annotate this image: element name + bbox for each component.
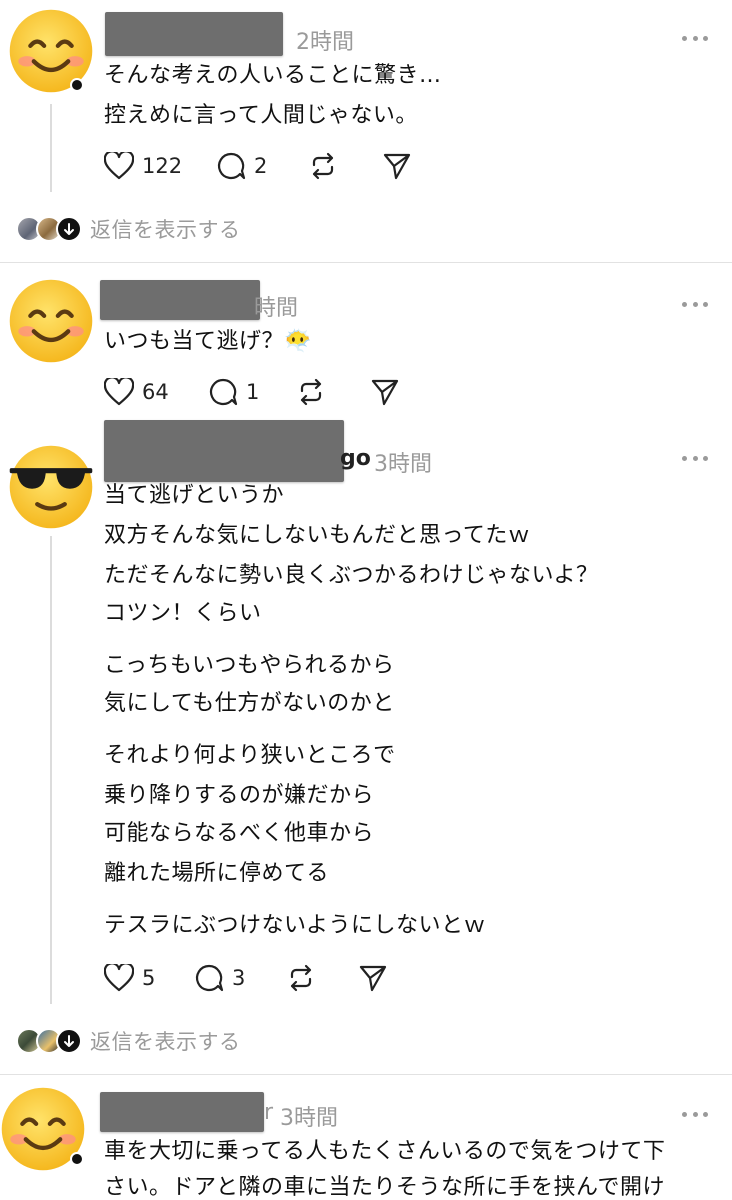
username-redacted[interactable] bbox=[100, 280, 260, 320]
post-text-line: 双方そんな気にしないもんだと思ってたｗ bbox=[104, 523, 531, 548]
comment-count: 3 bbox=[232, 966, 246, 990]
repost-button[interactable] bbox=[286, 962, 316, 994]
comment-button[interactable]: 2 bbox=[216, 150, 267, 182]
like-count: 122 bbox=[142, 154, 183, 178]
status-dot bbox=[70, 1152, 84, 1166]
more-options-button[interactable] bbox=[682, 300, 708, 308]
username-redacted[interactable] bbox=[100, 1092, 264, 1132]
show-replies-link[interactable]: 返信を表示する bbox=[90, 214, 241, 244]
comment-count: 1 bbox=[246, 380, 260, 404]
like-button[interactable]: 64 bbox=[104, 376, 169, 408]
share-button[interactable] bbox=[382, 150, 412, 182]
post-text-line: こっちもいつもやられるから bbox=[104, 653, 395, 678]
arrow-down-icon bbox=[56, 1028, 82, 1054]
comment-button[interactable]: 1 bbox=[208, 376, 259, 408]
send-icon bbox=[371, 379, 399, 406]
repost-icon bbox=[290, 964, 312, 992]
post-text-line: 乗り降りするのが嫌だから bbox=[104, 783, 375, 808]
username-suffix: r bbox=[264, 1100, 274, 1125]
divider bbox=[0, 262, 732, 263]
send-icon bbox=[359, 965, 387, 992]
post-text-line: 控えめに言って人間じゃない。 bbox=[104, 103, 418, 128]
status-dot bbox=[70, 78, 84, 92]
more-options-button[interactable] bbox=[682, 454, 708, 462]
post-text-line: 離れた場所に停めてる bbox=[104, 861, 330, 886]
repost-icon bbox=[312, 152, 334, 180]
post-text-line: さい。ドアと隣の車に当たりそうな所に手を挟んで開け bbox=[104, 1175, 665, 1200]
comment-icon bbox=[209, 378, 238, 406]
post-time: 3時間 bbox=[280, 1106, 338, 1131]
show-replies-row[interactable]: 返信を表示する bbox=[16, 214, 241, 244]
heart-icon bbox=[104, 152, 134, 180]
repost-icon bbox=[300, 378, 322, 406]
like-count: 64 bbox=[142, 380, 169, 404]
more-options-button[interactable] bbox=[682, 34, 708, 42]
username-redacted[interactable] bbox=[104, 420, 344, 482]
comment-icon bbox=[195, 964, 224, 992]
post-time: 時間 bbox=[254, 296, 299, 321]
share-button[interactable] bbox=[358, 962, 388, 994]
post-text-line: いつも当て逃げ？😶‍🌫️ bbox=[104, 329, 312, 354]
avatar[interactable] bbox=[8, 278, 94, 364]
like-count: 5 bbox=[142, 966, 156, 990]
show-replies-link[interactable]: 返信を表示する bbox=[90, 1026, 241, 1056]
post-time: 3時間 bbox=[374, 452, 432, 477]
send-icon bbox=[383, 153, 411, 180]
post-time: 2時間 bbox=[296, 30, 354, 55]
post-text-line: ただそんなに勢い良くぶつかるわけじゃないよ？ bbox=[104, 563, 599, 588]
post-text-line: それより何より狭いところで bbox=[104, 743, 396, 768]
heart-icon bbox=[104, 378, 134, 406]
heart-icon bbox=[104, 964, 134, 992]
like-button[interactable]: 122 bbox=[104, 150, 182, 182]
divider bbox=[0, 1074, 732, 1075]
username-redacted[interactable] bbox=[105, 12, 283, 56]
post-text-line: 車を大切に乗ってる人もたくさんいるので気をつけて下 bbox=[104, 1139, 666, 1164]
avatar[interactable] bbox=[8, 444, 94, 530]
post-text-line: 当て逃げというか bbox=[104, 483, 285, 508]
repost-button[interactable] bbox=[308, 150, 338, 182]
more-options-button[interactable] bbox=[682, 1110, 708, 1118]
arrow-down-icon bbox=[56, 216, 82, 242]
post-text-line: そんな考えの人いることに驚き… bbox=[104, 63, 442, 88]
thread-line bbox=[50, 536, 52, 1004]
thread-line bbox=[50, 104, 52, 192]
smiling-face-icon bbox=[9, 279, 93, 363]
show-replies-row[interactable]: 返信を表示する bbox=[16, 1026, 241, 1056]
sunglasses-face-icon bbox=[9, 445, 93, 529]
like-button[interactable]: 5 bbox=[104, 962, 155, 994]
post-text-line: 気にしても仕方がないのかと bbox=[104, 691, 395, 716]
post-text-line: コツン！くらい bbox=[104, 601, 262, 626]
comment-count: 2 bbox=[254, 154, 268, 178]
comment-icon bbox=[217, 152, 246, 180]
post-text-line: 可能ならなるべく他車から bbox=[104, 821, 375, 846]
post-text-line: テスラにぶつけないようにしないとｗ bbox=[104, 913, 487, 938]
share-button[interactable] bbox=[370, 376, 400, 408]
comment-button[interactable]: 3 bbox=[194, 962, 245, 994]
repost-button[interactable] bbox=[296, 376, 326, 408]
username-suffix: go bbox=[340, 446, 371, 471]
